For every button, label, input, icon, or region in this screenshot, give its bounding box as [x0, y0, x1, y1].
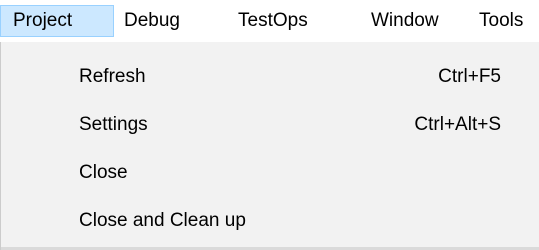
menu-bar: Project Debug TestOps Window Tools: [0, 0, 539, 42]
menu-debug[interactable]: Debug: [124, 5, 180, 37]
menu-item-label: Refresh: [79, 66, 146, 87]
menu-window[interactable]: Window: [371, 5, 439, 37]
menu-tools[interactable]: Tools: [479, 5, 523, 37]
menu-item-close-and-clean-up[interactable]: Close and Clean up: [1, 201, 539, 241]
menu-item-refresh[interactable]: Refresh Ctrl+F5: [1, 57, 539, 97]
menu-item-close[interactable]: Close: [1, 153, 539, 193]
project-dropdown-menu: Refresh Ctrl+F5 Settings Ctrl+Alt+S Clos…: [0, 42, 539, 250]
menu-item-label: Close: [79, 162, 128, 183]
menu-item-shortcut: Ctrl+Alt+S: [414, 114, 501, 135]
menu-testops[interactable]: TestOps: [238, 5, 308, 37]
menu-item-label: Close and Clean up: [79, 210, 246, 231]
menu-item-settings[interactable]: Settings Ctrl+Alt+S: [1, 105, 539, 145]
menu-item-label: Settings: [79, 114, 148, 135]
menu-project[interactable]: Project: [0, 5, 114, 37]
menu-item-shortcut: Ctrl+F5: [438, 66, 501, 87]
